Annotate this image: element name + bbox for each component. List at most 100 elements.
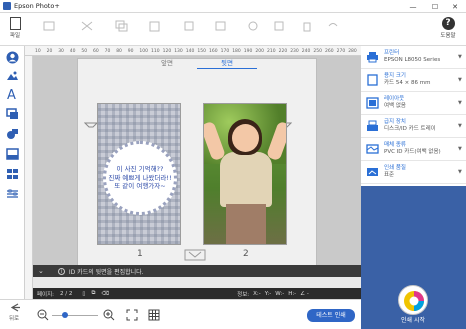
x-readout: X:- [253,290,261,297]
copy-icon[interactable] [146,16,164,36]
h-readout: H:- [288,290,297,297]
page-icon[interactable]: ▯ [82,291,85,297]
photo-girl-vest [220,152,272,207]
layout-icon [366,97,379,109]
left-ruler [25,56,33,299]
ruler-tick-label: 270 [337,48,346,54]
layout-grid-icon[interactable] [3,166,22,181]
zoom-out-icon[interactable] [37,309,49,323]
background-icon[interactable] [3,146,22,161]
page-value: 2 / 2 [60,290,73,297]
layer-icon[interactable] [212,16,230,36]
printer-setting[interactable]: 프린터 EPSON L8050 Series ▼ [361,46,466,69]
ruler-tick-label: 10 [35,48,41,54]
flip-icon[interactable] [270,16,288,36]
expand-icon[interactable] [78,16,96,36]
ruler-tick-label: 170 [221,48,230,54]
stamp-icon[interactable] [3,126,22,141]
ruler-tick-label: 280 [348,48,357,54]
window-title: Epson Photo+ [14,2,60,10]
fullscreen-icon[interactable] [126,309,138,323]
ruler-tick-label: 20 [47,48,53,54]
layout-setting[interactable]: 레이아웃 여백 없음 ▼ [361,92,466,115]
ruler-tick-label: 260 [325,48,334,54]
tab-front[interactable]: 앞면 [137,58,197,69]
print-button[interactable] [398,285,428,315]
close-button[interactable]: ✕ [444,0,466,13]
fit-icon[interactable] [40,16,58,36]
ruler-tick-label: 190 [244,48,253,54]
ruler-tick-label: 250 [313,48,322,54]
minimize-button[interactable]: — [402,0,424,13]
ruler-tick-label: 30 [58,48,64,54]
ruler-tick-label: 150 [197,48,206,54]
ruler-tick-label: 60 [93,48,99,54]
card-2[interactable] [203,103,287,245]
chevron-down-icon: ▼ [458,54,462,60]
info-bar: ⌄ i ID 카드의 뒷면을 편집합니다. [33,265,361,277]
rotate-icon[interactable] [244,16,262,36]
info-label: 정보: [237,291,250,298]
delete-icon[interactable] [298,16,316,36]
w-readout: W:- [275,290,285,297]
tab-back[interactable]: 뒷면 [197,58,257,69]
zoom-slider-thumb[interactable] [62,312,68,318]
paper-size-icon [367,74,378,86]
info-text: ID 카드의 뒷면을 편집합니다. [68,268,144,276]
maximize-button[interactable]: ☐ [424,0,446,13]
adjust-icon[interactable] [3,186,22,201]
left-toolbar: A [0,46,25,299]
text-frame[interactable]: 이 사진 기억해?? 진짜 예쁘게 나왔더라!! 또 같이 여행가자~ [103,141,177,215]
test-print-button[interactable]: 테스트 인쇄 [307,309,355,322]
crop-icon[interactable] [180,16,198,36]
help-label: 도움말 [440,33,456,39]
print-quality-icon [367,168,378,176]
delete-page-icon[interactable]: ⌫ [101,291,109,297]
help-icon: ? [441,17,455,30]
media-type-icon [366,144,379,154]
paper-size-setting[interactable]: 용지 크기 카드 54 × 86 mm ▼ [361,69,466,92]
paper-source-setting[interactable]: 급지 장치 디스크/ID 카드 트레이 ▼ [361,115,466,138]
text-icon[interactable]: A [3,86,22,101]
help-button[interactable]: ? 도움말 [436,16,460,44]
collapse-icon[interactable]: ⌄ [38,267,44,275]
undo-icon[interactable] [324,16,342,36]
image-icon[interactable] [3,68,22,83]
arrange-icon[interactable] [112,16,130,36]
side-tabs: 앞면 뒷면 [77,58,317,69]
title-bar: Epson Photo+ [0,0,466,13]
back-button[interactable]: 뒤로 [4,303,24,322]
frame-icon[interactable] [3,106,22,121]
card-number-1: 1 [137,249,143,259]
bottom-bar: 뒤로 테스트 인쇄 [0,299,361,329]
person-icon[interactable] [3,50,22,65]
layout-title: 레이아웃 [384,96,405,102]
info-icon: i [57,267,65,275]
ruler-tick-label: 200 [255,48,264,54]
chevron-down-icon: ▼ [458,169,462,175]
card-text-line-1: 이 사진 기억해?? [116,165,164,174]
photo-girl-face [232,124,259,152]
ruler-tick-label: 120 [163,48,172,54]
ruler-tick-label: 130 [174,48,183,54]
card-text-line-3: 또 같이 여행가자~ [114,182,166,191]
grid-icon[interactable] [148,309,160,323]
ruler-tick-label: 180 [232,48,241,54]
ruler-tick-label: 210 [267,48,276,54]
card-1[interactable]: 이 사진 기억해?? 진짜 예쁘게 나왔더라!! 또 같이 여행가자~ [97,103,181,245]
ruler-tick-label: 50 [81,48,87,54]
ruler-tick-label: 80 [116,48,122,54]
card-text-line-2: 진짜 예쁘게 나왔더라!! [108,173,172,182]
copy-page-icon[interactable]: ⧉ [91,290,95,297]
file-label: 파일 [9,33,21,39]
file-button[interactable]: 파일 [4,16,26,44]
zoom-in-icon[interactable] [103,309,115,323]
print-quality-setting[interactable]: 인쇄 품질 표준 ▼ [361,161,466,184]
media-type-value: PVC ID 카드(여백 없음) [384,149,441,155]
media-type-setting[interactable]: 매체 종류 PVC ID 카드(여백 없음) ▼ [361,138,466,161]
printer-value: EPSON L8050 Series [384,57,441,63]
printer-title: 프린터 [384,50,400,56]
settings-list: 프린터 EPSON L8050 Series ▼ 용지 크기 카드 54 × 86 … [361,46,466,186]
zoom-slider[interactable] [52,315,98,316]
ruler-tick-label: 110 [151,48,160,54]
